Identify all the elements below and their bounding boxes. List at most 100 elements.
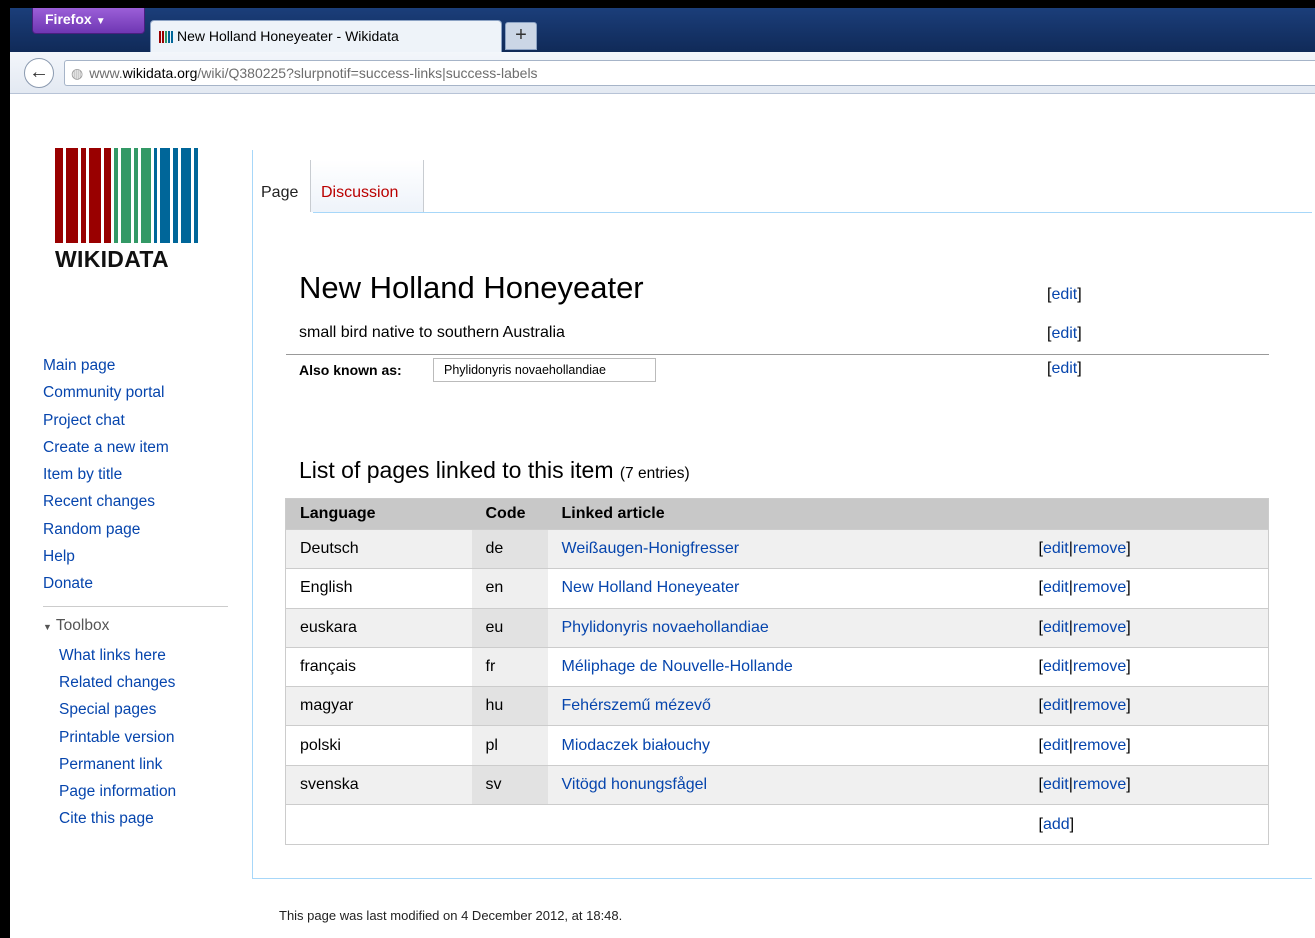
remove-link[interactable]: remove xyxy=(1073,776,1126,793)
table-row: English en New Holland Honeyeater [edit|rem… xyxy=(285,568,1269,609)
tab-page[interactable]: Page xyxy=(256,160,310,212)
bracket: ] xyxy=(1126,540,1131,558)
edit-link[interactable]: edit xyxy=(1043,540,1069,557)
toolbox-item-special-pages[interactable]: Special pages xyxy=(43,696,233,723)
article-cell: New Holland Honeyeater xyxy=(547,568,1039,609)
toolbox-item-cite-this-page[interactable]: Cite this page xyxy=(43,805,233,832)
table-row: Deutsch de Weißaugen-Honigfresser [edit|rem… xyxy=(285,528,1269,569)
sidebar-item-help[interactable]: Help xyxy=(43,543,233,570)
remove-link[interactable]: remove xyxy=(1073,737,1126,754)
toolbox-item-printable-version[interactable]: Printable version xyxy=(43,724,233,751)
add-row: [add] xyxy=(285,804,1269,845)
toolbox-item-what-links-here[interactable]: What links here xyxy=(43,642,233,669)
sidebar-item-donate[interactable]: Donate xyxy=(43,570,233,597)
remove-link[interactable]: remove xyxy=(1073,658,1126,675)
edit-label-link[interactable]: [edit] xyxy=(1047,286,1082,304)
navigation-bar: ← ◍ www.wikidata.org/wiki/Q380225?slurpno… xyxy=(10,52,1315,94)
code-cell: fr xyxy=(471,646,548,687)
sidebar-divider xyxy=(43,605,228,607)
wikidata-logo[interactable]: WIKIDATA xyxy=(55,148,205,273)
browser-tab[interactable]: New Holland Honeyeater - Wikidata xyxy=(150,20,502,52)
sitelinks-table: Language Code Linked article Deutsch de We… xyxy=(285,498,1269,846)
add-link[interactable]: add xyxy=(1043,816,1070,833)
language-cell: euskara xyxy=(285,607,472,648)
url-bar[interactable]: ◍ www.wikidata.org/wiki/Q380225?slurpnoti… xyxy=(64,60,1315,86)
active-tab-gap xyxy=(253,212,313,214)
article-link[interactable]: Miodaczek białouchy xyxy=(562,737,711,754)
edit-link[interactable]: edit xyxy=(1043,697,1069,714)
url-path: /wiki/Q380225?slurpnotif=success-links|s… xyxy=(197,65,538,81)
language-cell: magyar xyxy=(285,686,472,726)
table-row: français fr Méliphage de Nouvelle-Hollande… xyxy=(285,646,1269,687)
remove-link[interactable]: remove xyxy=(1073,579,1126,596)
sidebar-item-recent-changes[interactable]: Recent changes xyxy=(43,488,233,515)
aliases-label: Also known as: xyxy=(299,362,402,378)
article-link[interactable]: Weißaugen-Honigfresser xyxy=(562,540,740,557)
new-tab-button[interactable]: + xyxy=(505,22,537,50)
sitelinks-title: List of pages linked to this item xyxy=(299,457,614,483)
actions-cell: [edit|remove] xyxy=(1038,646,1269,687)
article-link[interactable]: New Holland Honeyeater xyxy=(562,579,740,596)
edit-link[interactable]: edit xyxy=(1043,579,1069,596)
toolbox-list: What links here Related changes Special … xyxy=(43,642,233,833)
article-link[interactable]: Fehérszemű mézevő xyxy=(562,697,711,714)
toolbox-label: Toolbox xyxy=(55,616,110,634)
sidebar-item-item-by-title[interactable]: Item by title xyxy=(43,461,233,488)
sitelinks-count: (7 entries) xyxy=(619,465,690,482)
tab-discussion[interactable]: Discussion xyxy=(310,160,424,212)
remove-link[interactable]: remove xyxy=(1073,540,1126,557)
language-cell: svenska xyxy=(285,764,472,805)
code-cell: eu xyxy=(471,607,548,648)
code-cell: de xyxy=(471,528,548,569)
actions-cell: [edit|remove] xyxy=(1038,686,1269,726)
actions-cell: [edit|remove] xyxy=(1038,528,1269,569)
edit-description-link[interactable]: [edit] xyxy=(1047,325,1082,343)
edit-link[interactable]: edit xyxy=(1043,658,1069,675)
sidebar-item-create-new-item[interactable]: Create a new item xyxy=(43,434,233,461)
edit-link[interactable]: edit xyxy=(1043,776,1069,793)
toolbox-item-related-changes[interactable]: Related changes xyxy=(43,669,233,696)
sidebar-item-community-portal[interactable]: Community portal xyxy=(43,379,233,406)
bracket: ] xyxy=(1126,775,1131,793)
bracket: ] xyxy=(1126,618,1131,636)
sidebar-item-random-page[interactable]: Random page xyxy=(43,516,233,543)
edit-link[interactable]: edit xyxy=(1043,619,1069,636)
tab-divider xyxy=(252,150,253,212)
back-button[interactable]: ← xyxy=(24,58,54,88)
article-link[interactable]: Vitögd honungsfågel xyxy=(562,776,708,793)
toolbox-item-page-information[interactable]: Page information xyxy=(43,778,233,805)
code-cell: pl xyxy=(471,725,548,766)
toolbox-item-permanent-link[interactable]: Permanent link xyxy=(43,751,233,778)
remove-link[interactable]: remove xyxy=(1073,697,1126,714)
edit-link[interactable]: edit xyxy=(1043,737,1069,754)
language-cell: polski xyxy=(285,725,472,766)
article-cell: Phylidonyris novaehollandiae xyxy=(547,607,1039,648)
firefox-menu-button[interactable]: Firefox ▼ xyxy=(32,8,145,34)
sidebar-item-project-chat[interactable]: Project chat xyxy=(43,407,233,434)
remove-link[interactable]: remove xyxy=(1073,619,1126,636)
empty-cell xyxy=(285,804,472,845)
empty-cell xyxy=(547,804,1039,845)
firefox-menu-label: Firefox xyxy=(45,11,92,27)
tab-title: New Holland Honeyeater - Wikidata xyxy=(177,28,399,44)
language-cell: Deutsch xyxy=(285,528,472,569)
article-link[interactable]: Phylidonyris novaehollandiae xyxy=(562,619,769,636)
tab-bar: Firefox ▼ New Holland Honeyeater - Wikida… xyxy=(10,8,1315,52)
edit-aliases-link[interactable]: [edit] xyxy=(1047,360,1082,378)
item-label: New Holland Honeyeater xyxy=(299,270,644,305)
url-domain: wikidata.org xyxy=(122,65,198,81)
article-cell: Miodaczek białouchy xyxy=(547,725,1039,766)
bracket: ] xyxy=(1069,815,1075,833)
bracket: ] xyxy=(1126,736,1131,754)
toolbox-toggle[interactable]: ▼ Toolbox xyxy=(43,615,233,638)
sidebar-item-main-page[interactable]: Main page xyxy=(43,352,233,379)
wikidata-favicon-icon xyxy=(159,31,173,43)
article-link[interactable]: Méliphage de Nouvelle-Hollande xyxy=(562,658,793,675)
add-cell: [add] xyxy=(1038,804,1269,845)
bracket: ] xyxy=(1126,579,1131,597)
triangle-down-icon: ▼ xyxy=(43,621,52,632)
url-prefix: www. xyxy=(89,65,123,81)
article-cell: Vitögd honungsfågel xyxy=(547,764,1039,805)
alias-tag: Phylidonyris novaehollandiae xyxy=(433,358,656,382)
article-cell: Weißaugen-Honigfresser xyxy=(547,528,1039,569)
